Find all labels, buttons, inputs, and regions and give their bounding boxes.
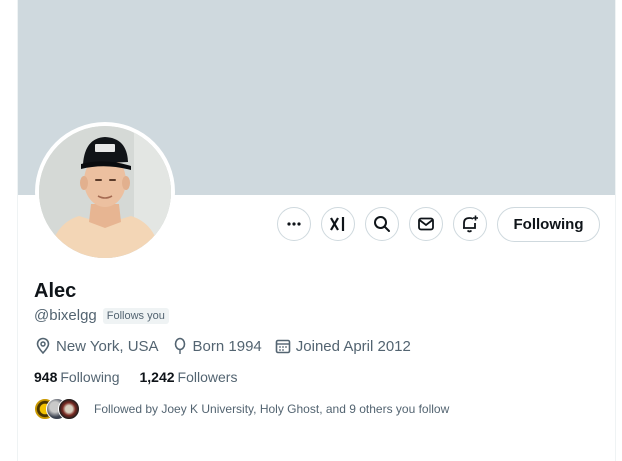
search-button[interactable] [365,207,399,241]
location-text: New York, USA [56,337,159,355]
mutual-avatars [34,398,86,420]
born-item: Born 1994 [171,337,262,355]
profile-meta: New York, USA Born 1994 Joined April 201… [34,337,423,355]
grok-icon [330,217,345,231]
following-count: 948 [34,369,58,385]
handle-row: @bixelgg Follows you [34,307,169,324]
follow-stats: 948 Following 1,242 Followers [34,369,257,385]
calendar-icon [275,339,291,354]
following-label: Following [60,369,120,385]
avatar[interactable] [39,126,171,258]
followed-by-row[interactable]: Followed by Joey K University, Holy Ghos… [34,398,449,420]
location-pin-icon [36,337,50,355]
followers-label: Followers [177,369,238,385]
joined-text: Joined April 2012 [295,337,411,355]
followed-by-text: Followed by Joey K University, Holy Ghos… [94,402,450,416]
notifications-button[interactable] [453,207,487,241]
profile-name: Alec [34,280,77,302]
balloon-icon [174,337,185,354]
joined-item: Joined April 2012 [274,337,411,355]
more-icon [287,222,301,226]
message-button[interactable] [409,207,443,241]
following-stat[interactable]: 948 Following [34,369,120,385]
envelope-icon [418,217,434,231]
profile-handle: @bixelgg [34,307,97,324]
followers-count: 1,242 [139,369,175,385]
bell-plus-icon [463,215,478,233]
follows-you-badge: Follows you [102,307,169,324]
profile-page: Following Alec @bixelgg Follows you New … [17,0,616,461]
search-icon [374,216,390,232]
more-button[interactable] [277,207,311,241]
following-button[interactable]: Following [497,207,600,242]
location-item: New York, USA [34,337,159,355]
followers-stat[interactable]: 1,242 Followers [140,369,238,385]
avatar-ring [35,122,175,262]
grok-button[interactable] [321,207,355,241]
avatar-photo [39,126,171,258]
born-text: Born 1994 [192,337,262,355]
mutual-avatar [58,398,80,420]
